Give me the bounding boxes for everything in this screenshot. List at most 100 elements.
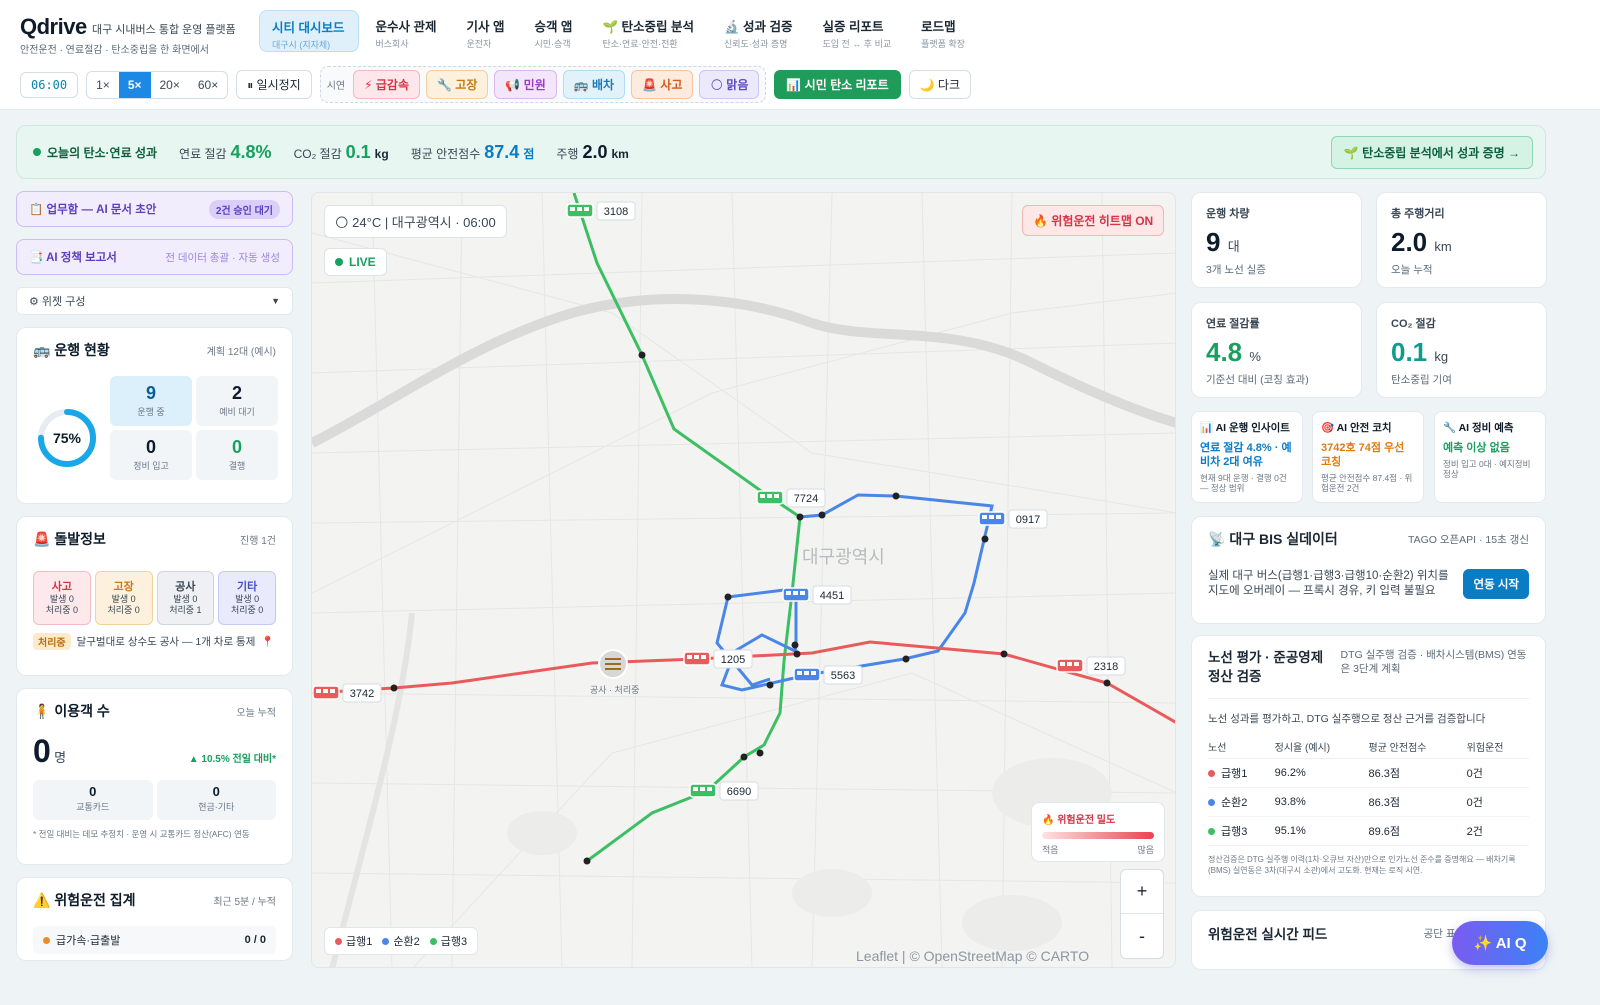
legend-item: 급행3: [429, 933, 467, 949]
speed-5x-button[interactable]: 5×: [118, 71, 151, 98]
route-dot-icon: [1208, 827, 1215, 835]
ai-q-button[interactable]: ✨ AI Q: [1452, 921, 1548, 965]
demo-chip-0[interactable]: ⚡ 급감속: [353, 70, 421, 99]
nav-tab-sub: 버스회사: [375, 39, 409, 49]
legend-item: 급행1: [335, 933, 372, 949]
distance-value: 2.0: [582, 141, 608, 162]
carbon-banner: 오늘의 탄소·연료 성과 연료 절감 4.8% CO₂ 절감 0.1 kg 평균 안전…: [16, 125, 1546, 179]
ai-document-inbox-button[interactable]: 📋 업무함 — AI 문서 초안 2건 승인 대기: [16, 191, 293, 227]
zoom-control: + -: [1120, 869, 1164, 959]
legend-item: 순환2: [382, 933, 420, 949]
ai-ops-insight-card[interactable]: 📊 AI 운행 인사이트 연료 절감 4.8% · 예비차 2대 여유 현재 9…: [1191, 411, 1303, 503]
table-row[interactable]: 순환2 93.8% 86.3점 0건: [1208, 787, 1529, 816]
route-eval-panel: 노선 평가 · 준공영제 정산 검증 DTG 실주행 검증 · 배차시스템(BM…: [1191, 635, 1546, 897]
logo[interactable]: Qdrive: [20, 14, 87, 40]
carbon-analysis-button[interactable]: 🌱 탄소중립 분석에서 성과 증명 →: [1330, 136, 1533, 169]
kpi-co2-saving: CO₂ 절감 0.1 kg 탄소중립 기여: [1376, 302, 1547, 398]
standby-count: 2 예비 대기: [196, 376, 278, 426]
ai-policy-report-button[interactable]: 📑 AI 정책 보고서 전 데이터 총괄 · 자동 생성: [16, 239, 293, 275]
col-on-time: 정시율 (예시): [1274, 743, 1331, 755]
weather-chip: 🌕 24°C | 대구광역시 · 06:00: [324, 205, 507, 238]
nav-tab-label: 승객 앱: [534, 20, 573, 34]
live-badge: LIVE: [324, 248, 387, 276]
col-risk: 위험운전: [1466, 743, 1504, 755]
bus-marker[interactable]: 0917: [978, 509, 1048, 529]
bus-marker[interactable]: 5563: [793, 665, 863, 685]
nav-tab-2[interactable]: 기사 앱 운전자: [454, 10, 518, 52]
nav-tab-7[interactable]: 로드맵 플랫폼 확장: [909, 10, 979, 52]
table-row[interactable]: 급행1 96.2% 86.3점 0건: [1208, 758, 1529, 787]
incident-type-card[interactable]: 기타 발생 0 처리중 0: [218, 571, 276, 625]
bus-marker[interactable]: 6690: [689, 781, 759, 801]
incident-type-card[interactable]: 공사 발생 0 처리중 1: [156, 571, 215, 625]
pause-button[interactable]: ⏸ 일시정지: [236, 70, 312, 99]
map-view[interactable]: 대구광역시 공사 · 처리중 3108 7724 0917 4451 1205 5563 3…: [311, 192, 1176, 968]
nav-tab-0[interactable]: 시티 대시보드 대구시 (지자체): [259, 10, 360, 52]
nav-tab-sub: 운전자: [466, 39, 492, 49]
passenger-delta: ▲ 10.5% 전일 대비*: [188, 754, 276, 765]
bis-connect-button[interactable]: 연동 시작: [1463, 569, 1529, 599]
nav-tab-5[interactable]: 🔬 성과 검증신뢰도·성과 증명: [712, 10, 807, 52]
construction-label: 공사 · 처리중: [590, 684, 639, 695]
nav-tab-6[interactable]: 실증 리포트 도입 전 ↔ 후 비교: [810, 10, 905, 52]
orange-dot-icon: [43, 937, 50, 944]
nav-tab-label: 🔬 성과 검증: [723, 20, 793, 34]
bus-marker[interactable]: 2318: [1056, 656, 1126, 676]
bus-marker[interactable]: 3108: [566, 201, 636, 221]
speed-1x-button[interactable]: 1×: [87, 72, 119, 98]
demo-chip-2[interactable]: 📢 민원: [494, 70, 557, 99]
bis-panel: 📡 대구 BIS 실데이터 TAGO 오픈API · 15초 갱신 실제 대구 …: [1191, 516, 1546, 624]
route-eval-note: 정산검증은 DTG 실주행 이력(1차·오큐브 자산)만으로 인가노선 준수를 …: [1208, 854, 1516, 875]
demo-chip-1[interactable]: 🔧 고장: [426, 70, 489, 99]
nav-tab-3[interactable]: 승객 앱 시민·승객: [522, 10, 586, 52]
nav-tab-sub: 신뢰도·성과 증명: [723, 39, 788, 49]
widget-config-label: ⚙ 위젯 구성: [29, 296, 86, 308]
heatmap-toggle[interactable]: 🔥 위험운전 히트맵 ON: [1022, 205, 1165, 236]
speed-60x-button[interactable]: 60×: [189, 72, 227, 98]
bus-marker[interactable]: 1205: [683, 649, 753, 669]
demo-label: 시연: [326, 81, 346, 92]
incident-line[interactable]: 처리중 달구벌대로 상수도 공사 — 1개 차로 통제 📍: [33, 633, 276, 650]
nav-tab-label: 운수사 관제: [375, 20, 437, 34]
nav-tab-1[interactable]: 운수사 관제버스회사: [363, 10, 450, 52]
distance-label: 주행: [556, 146, 579, 161]
bus-number-label: 1205: [721, 654, 745, 666]
speed-20x-button[interactable]: 20×: [151, 72, 189, 98]
pin-icon: 📍: [261, 636, 275, 648]
citizen-report-button[interactable]: 📊 시민 탄소 리포트: [774, 70, 901, 99]
map-attribution[interactable]: Leaflet | © OpenStreetMap © CARTO: [856, 948, 1089, 964]
zoom-in-button[interactable]: +: [1121, 870, 1163, 914]
ai-safety-coach-card[interactable]: 🎯 AI 안전 코치 3742호 74점 우선 코칭 평균 안전점수 87.4점…: [1312, 411, 1424, 503]
operation-ratio-ring: 75%: [38, 409, 96, 467]
top-bar: Qdrive 대구 시내버스 통합 운영 플랫폼 안전운전 · 연료절감 · 탄…: [0, 0, 1600, 110]
ai-maintenance-card[interactable]: 🔧 AI 정비 예측 예측 이상 없음 정비 입고 0대 · 예지정비 정상: [1434, 411, 1546, 503]
nav-tab-4[interactable]: 🌱 탄소중립 분석 탄소·연료·안전·전환: [590, 10, 708, 52]
bus-marker[interactable]: 3742: [312, 683, 382, 703]
bus-marker[interactable]: 7724: [756, 488, 826, 508]
nav-tab-label: 시티 대시보드: [272, 21, 345, 35]
bus-marker[interactable]: 4451: [782, 585, 852, 605]
bis-title: 📡 대구 BIS 실데이터: [1208, 531, 1338, 547]
cancelled-count: 0 결행: [196, 430, 278, 480]
operations-meta: 계획 12대 (예시): [206, 346, 276, 358]
left-column: 📋 업무함 — AI 문서 초안 2건 승인 대기 📑 AI 정책 보고서 전 데이…: [16, 191, 293, 973]
kpi-fuel-saving: 연료 절감률 4.8 % 기준선 대비 (코칭 효과): [1191, 302, 1362, 398]
nav-tab-label: 실증 리포트: [822, 20, 884, 34]
incident-type-card[interactable]: 사고 발생 0 처리중 0: [33, 571, 91, 625]
demo-chip-3[interactable]: 🚌 배차: [562, 70, 626, 99]
route-eval-table: 노선 정시율 (예시) 평균 안전점수 위험운전 급행1 96.2% 86.3점 0건…: [1208, 736, 1529, 846]
bus-number-label: 2318: [1094, 661, 1118, 673]
demo-chip-4[interactable]: 🚨 사고: [631, 70, 694, 99]
legend-dot-icon: [382, 938, 390, 945]
incident-type-card[interactable]: 고장 발생 0 처리중 0: [94, 571, 153, 625]
bis-meta: TAGO 오픈API · 15초 갱신: [1407, 533, 1529, 546]
chevron-down-icon: ▼: [271, 296, 280, 306]
dark-mode-button[interactable]: 🌙 다크: [908, 70, 971, 99]
table-row[interactable]: 급행3 95.1% 89.6점 2건: [1208, 816, 1529, 845]
fuel-label: 연료 절감: [179, 146, 227, 161]
widget-config-dropdown[interactable]: ⚙ 위젯 구성 ▼: [16, 287, 293, 315]
incident-text: 달구벌대로 상수도 공사 — 1개 차로 통제: [76, 636, 256, 648]
safety-label: 평균 안전점수: [410, 146, 481, 161]
demo-chip-5[interactable]: 🌕 맑음: [699, 70, 760, 99]
zoom-out-button[interactable]: -: [1121, 914, 1163, 958]
